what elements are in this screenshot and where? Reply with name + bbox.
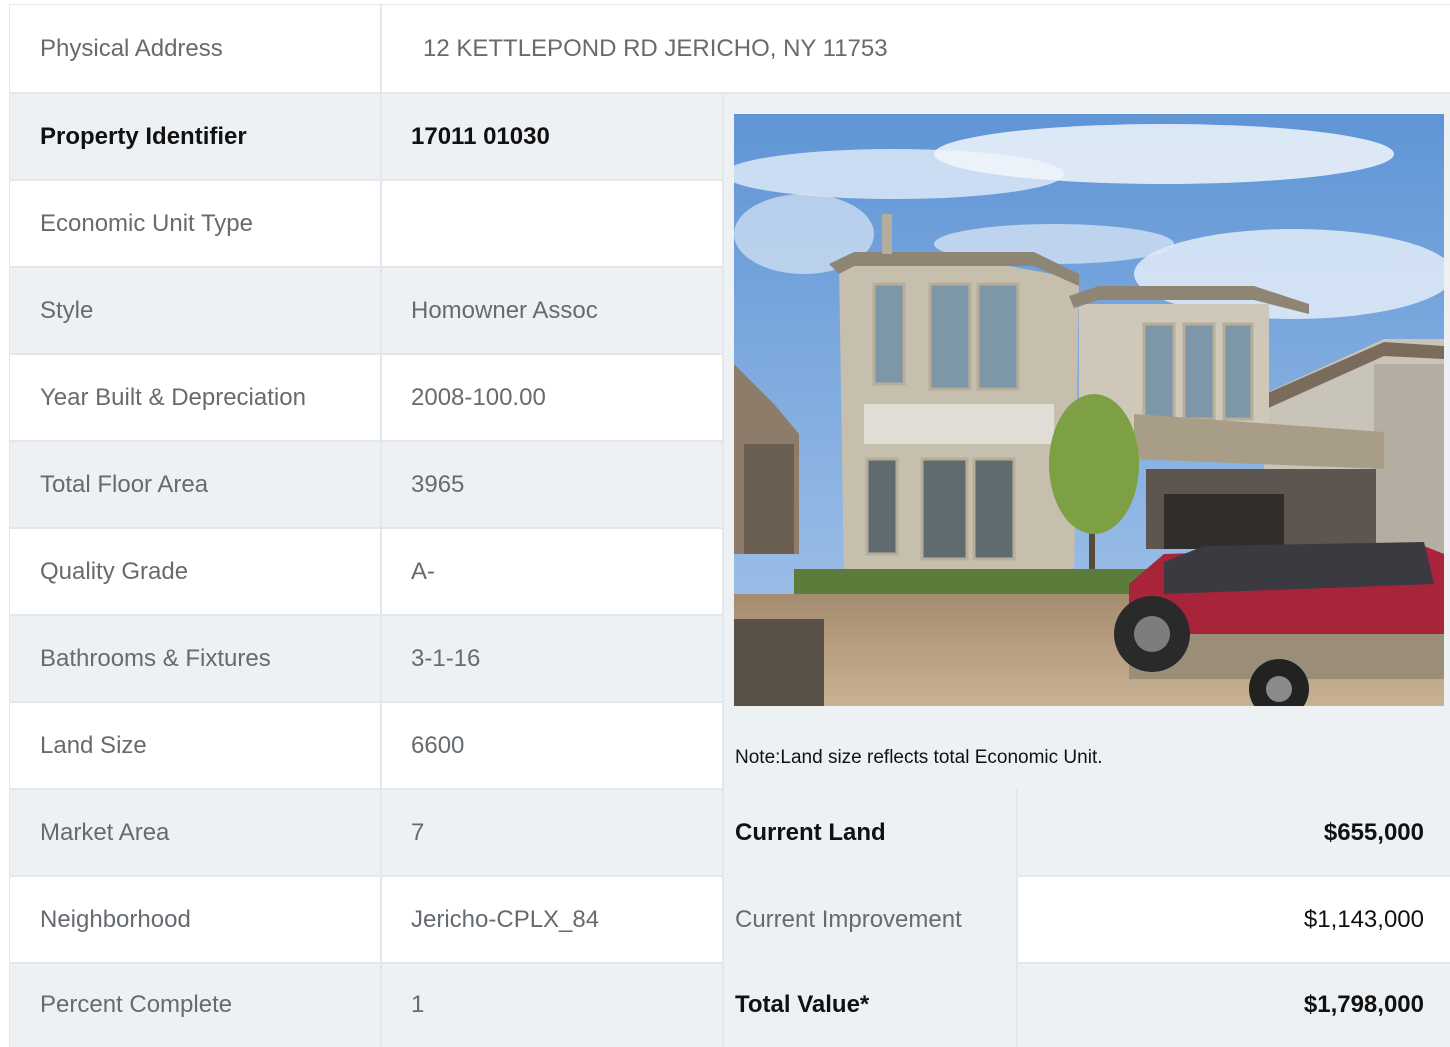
- divider: [9, 5, 10, 1047]
- divider: [9, 527, 722, 529]
- current-land-value: $655,000: [1017, 789, 1450, 876]
- percent-complete-value: 1: [381, 963, 722, 1047]
- divider: [1017, 875, 1450, 877]
- current-land-label: Current Land: [723, 789, 1017, 876]
- property-photo: [734, 114, 1444, 706]
- current-improvement-value: $1,143,000: [1017, 876, 1450, 963]
- percent-complete-label: Percent Complete: [9, 963, 381, 1047]
- quality-grade-value: A-: [381, 528, 722, 615]
- land-size-label: Land Size: [9, 702, 381, 789]
- economic-unit-type-value: [381, 180, 722, 267]
- year-built-value: 2008-100.00: [381, 354, 722, 441]
- divider: [9, 440, 722, 442]
- year-built-label: Year Built & Depreciation: [9, 354, 381, 441]
- bathrooms-label: Bathrooms & Fixtures: [9, 615, 381, 702]
- market-area-value: 7: [381, 789, 722, 876]
- divider: [9, 788, 722, 790]
- quality-grade-label: Quality Grade: [9, 528, 381, 615]
- divider: [9, 179, 722, 181]
- address-label: Physical Address: [9, 5, 381, 92]
- land-size-note: Note:Land size reflects total Economic U…: [735, 747, 1103, 768]
- economic-unit-type-label: Economic Unit Type: [9, 180, 381, 267]
- divider: [9, 4, 1450, 5]
- total-floor-area-label: Total Floor Area: [9, 441, 381, 528]
- property-record-table: Physical Address 12 KETTLEPOND RD JERICH…: [9, 4, 1450, 1047]
- land-size-value: 6600: [381, 702, 722, 789]
- divider: [380, 5, 382, 1047]
- divider: [9, 92, 1450, 94]
- total-value-label: Total Value*: [723, 963, 1017, 1047]
- total-value-value: $1,798,000: [1017, 963, 1450, 1047]
- divider: [9, 875, 722, 877]
- market-area-label: Market Area: [9, 789, 381, 876]
- address-value: 12 KETTLEPOND RD JERICHO, NY 11753: [381, 5, 1450, 92]
- style-value: Homowner Assoc: [381, 267, 722, 354]
- neighborhood-label: Neighborhood: [9, 876, 381, 963]
- divider: [9, 701, 722, 703]
- current-improvement-label: Current Improvement: [723, 876, 1017, 963]
- style-label: Style: [9, 267, 381, 354]
- divider: [9, 962, 722, 964]
- property-identifier-label: Property Identifier: [9, 93, 381, 180]
- neighborhood-value: Jericho-CPLX_84: [381, 876, 722, 963]
- divider: [1016, 789, 1018, 1047]
- divider: [1017, 962, 1450, 964]
- divider: [9, 266, 722, 268]
- property-identifier-value: 17011 01030: [381, 93, 722, 180]
- divider: [9, 614, 722, 616]
- bathrooms-value: 3-1-16: [381, 615, 722, 702]
- divider: [9, 353, 722, 355]
- divider: [722, 93, 724, 1047]
- total-floor-area-value: 3965: [381, 441, 722, 528]
